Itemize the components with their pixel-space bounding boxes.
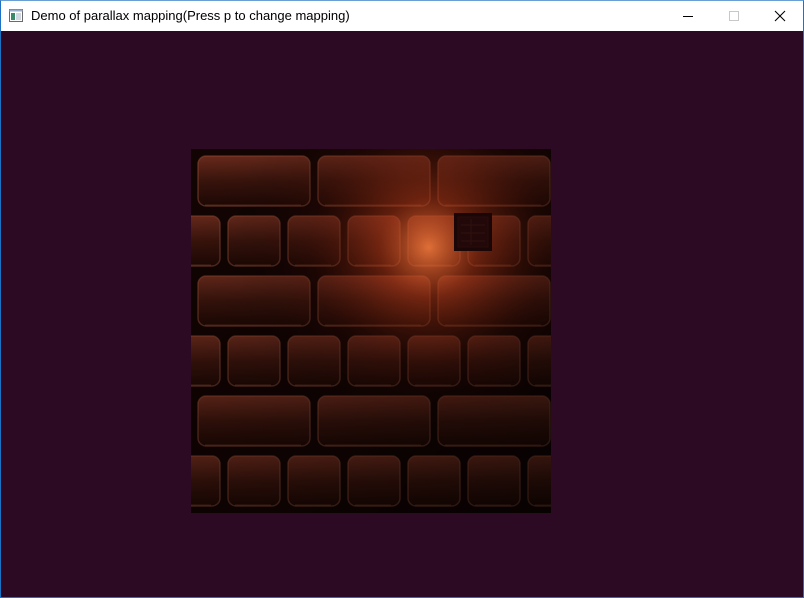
maximize-icon bbox=[729, 11, 739, 21]
close-button[interactable] bbox=[757, 1, 803, 31]
window-title: Demo of parallax mapping(Press p to chan… bbox=[31, 8, 350, 23]
maximize-button[interactable] bbox=[711, 1, 757, 31]
title-bar[interactable]: Demo of parallax mapping(Press p to chan… bbox=[1, 1, 803, 31]
close-icon bbox=[774, 10, 786, 22]
render-viewport[interactable] bbox=[1, 31, 803, 597]
minimize-icon bbox=[683, 16, 693, 17]
minimize-button[interactable] bbox=[665, 1, 711, 31]
light-glow bbox=[191, 149, 551, 513]
app-window: Demo of parallax mapping(Press p to chan… bbox=[0, 0, 804, 598]
brick-wall-quad bbox=[191, 149, 551, 513]
light-marker bbox=[454, 213, 492, 251]
application-window-icon[interactable] bbox=[9, 9, 23, 22]
